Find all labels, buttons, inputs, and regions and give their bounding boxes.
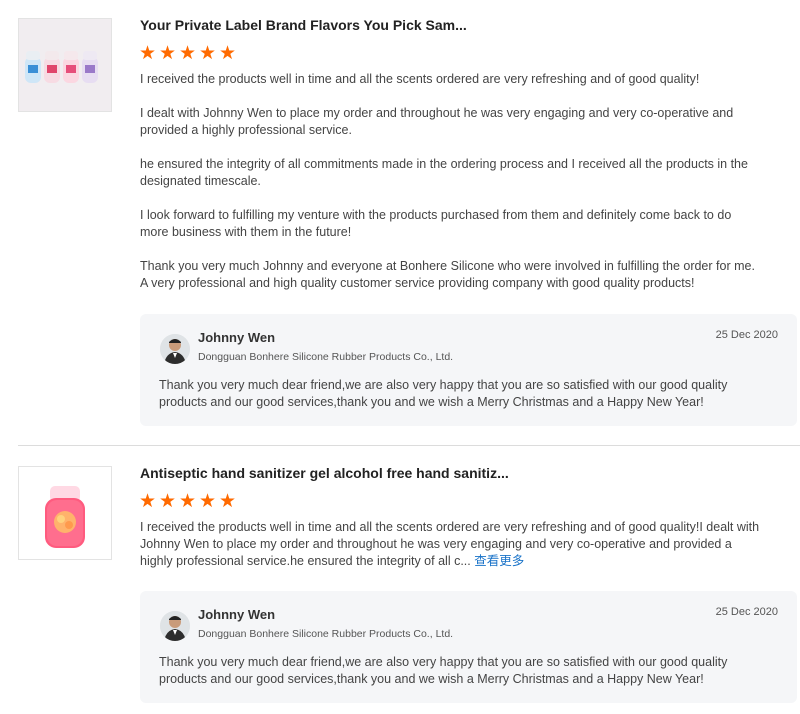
star-icon: ★	[199, 491, 217, 512]
reply-date: 25 Dec 2020	[715, 329, 778, 341]
person-icon	[160, 334, 190, 364]
star-rating: ★ ★ ★ ★ ★	[139, 43, 237, 64]
company-name: Dongguan Bonhere Silicone Rubber Product…	[198, 628, 454, 640]
product-thumbnail[interactable]	[18, 18, 112, 112]
product-image	[19, 19, 111, 111]
star-rating: ★ ★ ★ ★ ★	[139, 491, 237, 512]
product-image	[19, 467, 111, 559]
star-icon: ★	[139, 43, 157, 64]
review-paragraph: I dealt with Johnny Wen to place my orde…	[140, 106, 734, 137]
star-icon: ★	[219, 491, 237, 512]
replier-name: Johnny Wen	[198, 330, 276, 345]
star-icon: ★	[179, 43, 197, 64]
product-title[interactable]: Your Private Label Brand Flavors You Pic…	[140, 17, 467, 33]
avatar	[160, 611, 190, 641]
review-text: I received the products well in time and…	[140, 519, 760, 570]
product-thumbnail[interactable]	[18, 466, 112, 560]
review-paragraph: he ensured the integrity of all commitme…	[140, 157, 748, 188]
view-more-link[interactable]: 查看更多	[474, 554, 524, 568]
review-text: I received the products well in time and…	[140, 71, 760, 292]
star-icon: ★	[199, 43, 217, 64]
avatar	[160, 334, 190, 364]
star-icon: ★	[179, 491, 197, 512]
person-icon	[160, 611, 190, 641]
review-paragraph: I received the products well in time and…	[140, 72, 700, 86]
star-icon: ★	[159, 43, 177, 64]
star-icon: ★	[159, 491, 177, 512]
seller-reply: Johnny Wen Dongguan Bonhere Silicone Rub…	[140, 314, 797, 426]
product-title[interactable]: Antiseptic hand sanitizer gel alcohol fr…	[140, 465, 509, 481]
company-name: Dongguan Bonhere Silicone Rubber Product…	[198, 351, 454, 363]
reply-text: Thank you very much dear friend,we are a…	[159, 378, 728, 409]
review-paragraph: I look forward to fulfilling my venture …	[140, 208, 732, 239]
seller-reply: Johnny Wen Dongguan Bonhere Silicone Rub…	[140, 591, 797, 703]
divider	[18, 445, 800, 446]
review-paragraph: Thank you very much Johnny and everyone …	[140, 259, 755, 290]
reply-date: 25 Dec 2020	[715, 606, 778, 618]
replier-name: Johnny Wen	[198, 607, 276, 622]
star-icon: ★	[219, 43, 237, 64]
review-paragraph: I received the products well in time and…	[140, 520, 760, 568]
star-icon: ★	[139, 491, 157, 512]
reply-text: Thank you very much dear friend,we are a…	[159, 655, 728, 686]
